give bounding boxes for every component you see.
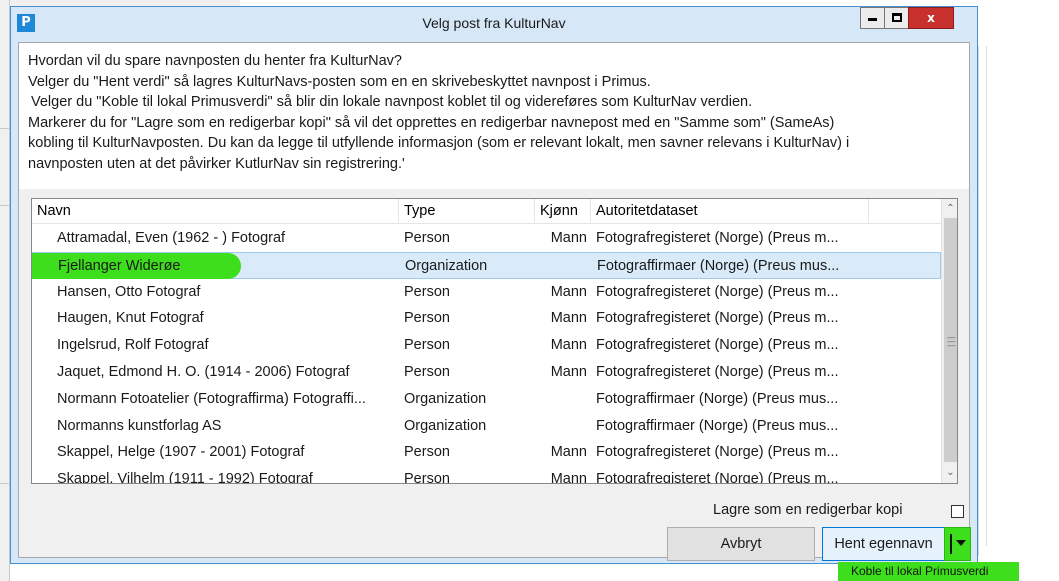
list-row[interactable]: Ingelsrud, Rolf Fotograf Person Mann Fot… [32,332,941,359]
cell-navn: Normanns kunstforlag AS [57,417,222,434]
cell-type: Person [404,337,450,354]
background-divider [0,483,10,484]
editable-copy-checkbox[interactable] [951,505,964,518]
scroll-thumb[interactable]: — — — [944,218,957,462]
fetch-dropdown-button[interactable] [944,527,971,561]
window-title: Velg post fra KulturNav [422,15,566,31]
cell-navn: Haugen, Knut Fotograf [57,310,204,327]
background-divider [0,128,10,129]
scroll-up-icon[interactable]: ⌃ [944,201,957,217]
cell-navn: Hansen, Otto Fotograf [57,283,201,300]
maximize-button[interactable] [884,7,909,29]
cell-navn: Skappel, Vilhelm (1911 - 1992) Fotograf [57,471,313,484]
title-bar[interactable]: P Velg post fra KulturNav x [11,7,977,39]
cell-kjonn: Mann [550,337,587,354]
cell-type: Person [404,444,450,461]
list-scrollbar[interactable]: ⌃ — — — ⌄ [941,199,957,483]
list-row[interactable]: Skappel, Vilhelm (1911 - 1992) Fotograf … [32,466,941,484]
cell-autoritetdataset: Fotografregisteret (Norge) (Preus m... [596,283,839,300]
column-header-autoritetdataset[interactable]: Autoritetdataset [591,199,869,224]
list-header: Navn Type Kjønn Autoritetdataset [32,199,941,224]
list-rows: Attramadal, Even (1962 - ) Fotograf Pers… [32,225,941,484]
results-list[interactable]: Navn Type Kjønn Autoritetdataset Attrama… [31,198,958,484]
split-divider [950,534,952,554]
cell-autoritetdataset: Fotografregisteret (Norge) (Preus m... [596,310,839,327]
cancel-button[interactable]: Avbryt [667,527,815,561]
cell-type: Person [404,471,450,484]
info-line: Hvordan vil du spare navnposten du hente… [28,53,402,69]
column-header-kjonn[interactable]: Kjønn [535,199,591,224]
cell-type: Person [404,230,450,246]
list-row-selected[interactable]: Fjellanger Widerøe Organization Fotograf… [32,251,941,279]
info-line: Velger du "Koble til lokal Primusverdi" … [31,94,753,110]
cell-navn: Ingelsrud, Rolf Fotograf [57,337,209,354]
close-button[interactable]: x [908,7,954,29]
menu-item-link-local-value[interactable]: Koble til lokal Primusverdi [838,562,1019,581]
dialog-body: Hvordan vil du spare navnposten du hente… [18,42,971,561]
cell-autoritetdataset: Fotografregisteret (Norge) (Preus m... [596,363,839,380]
info-line: kobling til KulturNavposten. Du kan da l… [28,135,850,151]
cell-type: Person [404,283,450,300]
list-row[interactable]: Normanns kunstforlag AS Organization Fot… [32,413,941,440]
cell-kjonn: Mann [550,230,587,246]
info-line: navnposten uten at det påvirker KutlurNa… [28,155,405,172]
maximize-icon [891,13,902,22]
cell-kjonn: Mann [550,283,587,300]
background-window-left [0,0,10,581]
list-row[interactable]: Normann Fotoatelier (Fotograffirma) Foto… [32,386,941,413]
background-window-right [978,46,1059,556]
cell-type: Person [404,363,450,380]
cell-autoritetdataset: Fotografregisteret (Norge) (Preus m... [596,444,839,461]
cell-type: Organization [404,417,487,434]
cell-kjonn: Mann [550,471,587,484]
fetch-name-button[interactable]: Hent egennavn [822,527,945,561]
list-row[interactable]: Skappel, Helge (1907 - 2001) Fotograf Pe… [32,439,941,466]
cell-kjonn: Mann [550,363,587,380]
minimize-icon [868,18,877,21]
list-row[interactable]: Attramadal, Even (1962 - ) Fotograf Pers… [32,225,941,252]
close-icon: x [927,11,935,25]
cell-type: Person [404,310,450,327]
info-line: Velger du "Hent verdi" så lagres KulturN… [28,73,651,90]
minimize-button[interactable] [860,7,885,29]
cell-navn: Fjellanger Widerøe [32,252,241,279]
chevron-down-icon [956,540,966,546]
editable-copy-label: Lagre som en redigerbar kopi [713,502,903,518]
scroll-down-icon[interactable]: ⌄ [944,465,957,481]
info-line: Markerer du for "Lagre som en redigerbar… [28,114,835,131]
background-divider [0,205,10,206]
info-text: Hvordan vil du spare navnposten du hente… [19,43,969,189]
cell-autoritetdataset: Fotograffirmaer (Norge) (Preus mus... [596,390,839,407]
cell-navn: Jaquet, Edmond H. O. (1914 - 2006) Fotog… [57,363,350,380]
cell-autoritetdataset: Fotografregisteret (Norge) (Preus m... [596,471,839,484]
cell-kjonn: Mann [550,310,587,327]
list-row[interactable]: Jaquet, Edmond H. O. (1914 - 2006) Fotog… [32,359,941,386]
column-header-navn[interactable]: Navn [32,199,399,224]
cell-type: Organization [404,390,487,407]
cell-navn: Attramadal, Even (1962 - ) Fotograf [57,230,286,246]
list-row[interactable]: Haugen, Knut Fotograf Person Mann Fotogr… [32,305,941,332]
grip-icon: — — — [947,333,956,351]
cell-autoritetdataset: Fotograffirmaer (Norge) (Preus mus... [596,417,839,434]
cell-autoritetdataset: Fotografregisteret (Norge) (Preus m... [596,230,839,246]
cell-autoritetdataset: Fotograffirmaer (Norge) (Preus mus... [597,257,840,274]
list-row[interactable]: Hansen, Otto Fotograf Person Mann Fotogr… [32,279,941,306]
cell-kjonn: Mann [550,444,587,461]
kulturnav-dialog: P Velg post fra KulturNav x Hvordan vil … [10,6,978,564]
cell-type: Organization [405,257,488,274]
background-divider [986,46,987,546]
cell-navn: Normann Fotoatelier (Fotograffirma) Foto… [57,390,366,407]
cell-navn: Skappel, Helge (1907 - 2001) Fotograf [57,444,305,461]
cell-autoritetdataset: Fotografregisteret (Norge) (Preus m... [596,337,839,354]
column-header-type[interactable]: Type [399,199,535,224]
